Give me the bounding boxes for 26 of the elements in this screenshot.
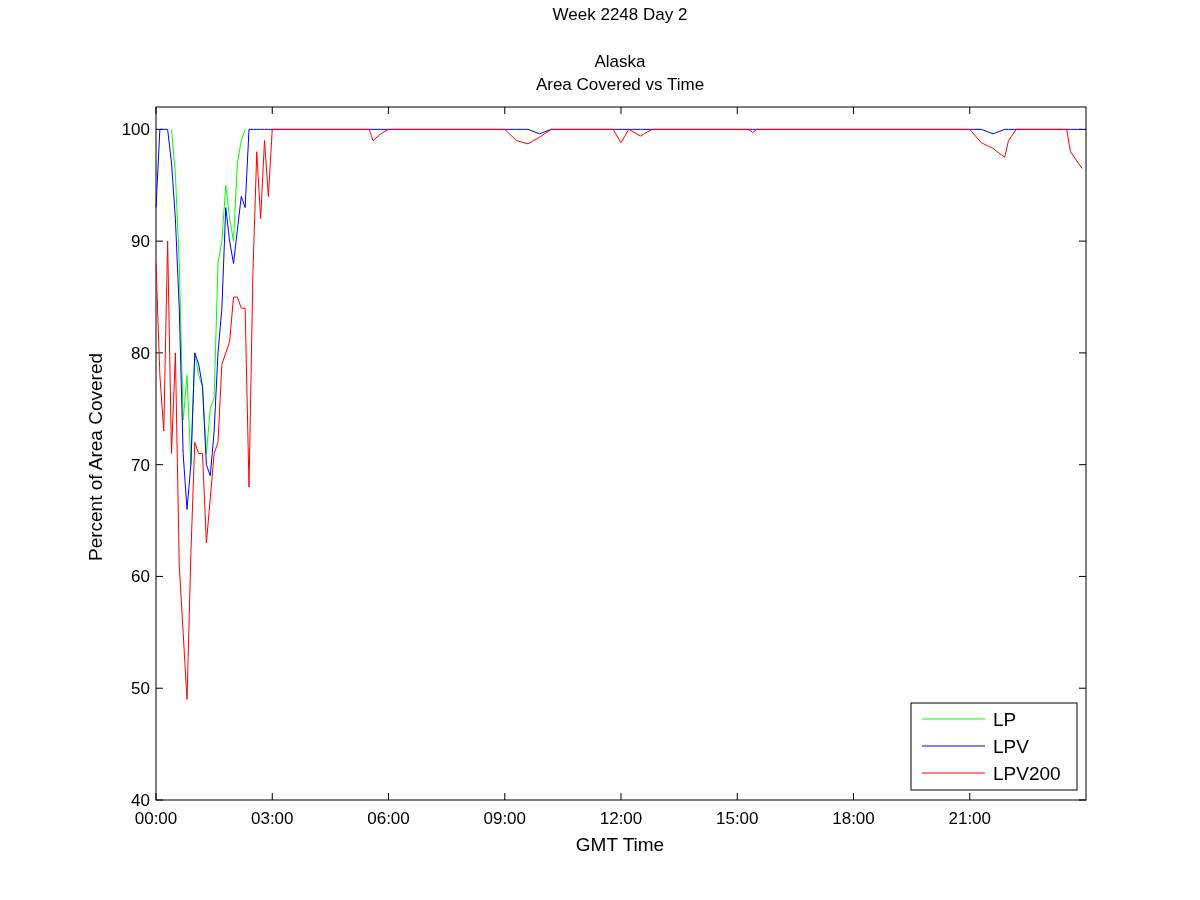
y-tick-label: 60 — [131, 567, 150, 587]
legend-label: LPV200 — [993, 763, 1061, 784]
x-tick-label: 12:00 — [599, 809, 643, 828]
y-tick-label: 80 — [131, 343, 150, 363]
y-tick-label: 40 — [131, 791, 150, 810]
y-tick-label: 100 — [121, 120, 150, 140]
x-tick-label: 06:00 — [367, 809, 410, 828]
chart-title: Alaska — [594, 52, 646, 71]
x-tick-label: 21:00 — [948, 809, 991, 828]
x-tick-label: 15:00 — [716, 809, 759, 828]
legend-line-icon — [921, 745, 986, 747]
x-tick-label: 09:00 — [483, 809, 526, 828]
x-tick-label: 18:00 — [832, 809, 875, 828]
y-tick-label: 50 — [131, 679, 150, 699]
legend-label: LPV — [993, 736, 1029, 757]
legend-line-icon — [921, 718, 986, 720]
y-axis-label: Percent of Area Covered — [85, 352, 106, 562]
chart-title: Week 2248 Day 2 — [552, 5, 688, 24]
y-tick-label: 70 — [131, 455, 150, 475]
chart-title: Area Covered vs Time — [535, 75, 705, 94]
legend-label: LP — [993, 709, 1017, 730]
x-tick-label: 00:00 — [134, 809, 178, 828]
y-tick-label: 90 — [131, 232, 150, 252]
x-tick-label: 03:00 — [251, 809, 294, 828]
legend-line-icon — [921, 772, 986, 774]
x-axis-label: GMT Time — [575, 834, 665, 855]
